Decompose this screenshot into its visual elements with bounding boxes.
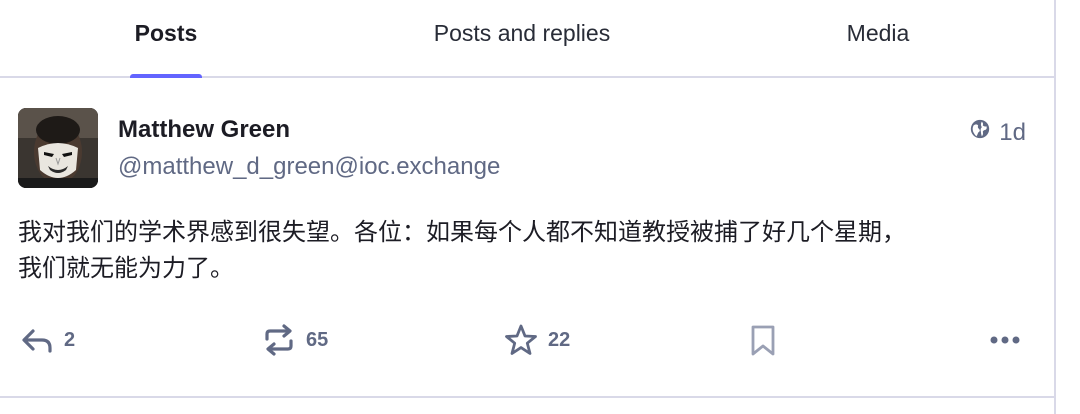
post-age[interactable]: 1d xyxy=(999,119,1026,147)
avatar-image xyxy=(18,108,98,188)
boost-button[interactable]: 65 xyxy=(262,318,328,362)
post-content-line: 我对我们的学术界感到很失望。各位：如果每个人都不知道教授被捕了好几个星期， xyxy=(18,218,906,246)
profile-tabs: Posts Posts and replies Media xyxy=(0,0,1054,78)
reply-icon xyxy=(20,325,54,355)
reply-button[interactable]: 2 xyxy=(20,318,75,362)
boost-icon xyxy=(262,323,296,357)
post-meta: 1d xyxy=(969,118,1026,147)
tab-posts-label: Posts xyxy=(134,20,198,46)
tab-posts[interactable]: Posts xyxy=(66,0,266,78)
bookmark-icon xyxy=(748,323,778,357)
globe-icon xyxy=(969,118,991,147)
favourite-button[interactable]: 22 xyxy=(504,318,570,362)
boost-count: 65 xyxy=(306,328,329,351)
bookmark-button[interactable] xyxy=(748,318,778,362)
more-button[interactable] xyxy=(990,318,1020,362)
favourite-count: 22 xyxy=(548,328,571,351)
tab-media-label: Media xyxy=(846,20,910,46)
more-icon xyxy=(990,335,1020,345)
post-content-line: 我们就无能为力了。 xyxy=(18,254,234,282)
reply-count: 2 xyxy=(64,328,76,351)
author-handle[interactable]: @matthew_d_green@ioc.exchange xyxy=(118,153,500,181)
post-actions: 2 65 22 xyxy=(0,318,1054,362)
author-name[interactable]: Matthew Green xyxy=(118,116,290,144)
tab-posts-and-replies[interactable]: Posts and replies xyxy=(372,0,672,76)
avatar[interactable] xyxy=(18,108,98,188)
tab-media[interactable]: Media xyxy=(778,0,978,76)
post-content: 我对我们的学术界感到很失望。各位：如果每个人都不知道教授被捕了好几个星期， 我们… xyxy=(18,214,1028,286)
status-post[interactable]: Matthew Green @matthew_d_green@ioc.excha… xyxy=(0,78,1054,398)
profile-timeline: Posts Posts and replies Media Matthew Gr… xyxy=(0,0,1056,414)
tab-posts-and-replies-label: Posts and replies xyxy=(433,20,611,46)
star-icon xyxy=(504,323,538,357)
